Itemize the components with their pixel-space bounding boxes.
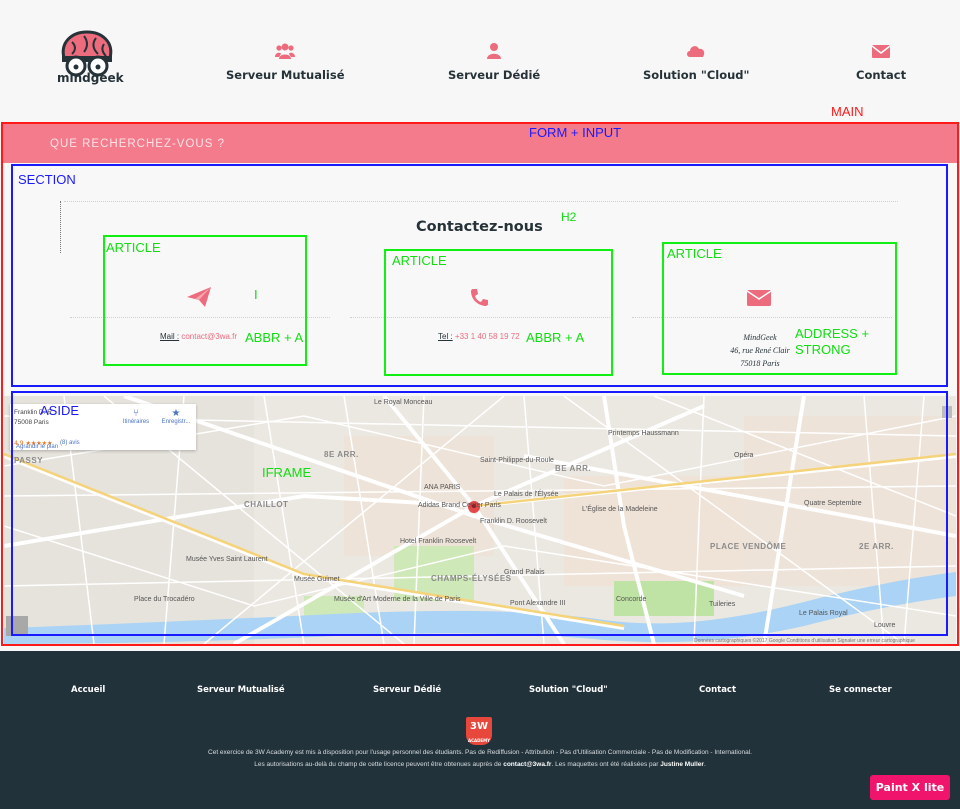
nav-serveur-mutualise[interactable]: Serveur Mutualisé [226, 42, 345, 83]
footer-link-solution-cloud[interactable]: Solution "Cloud" [529, 685, 608, 695]
legal-email-link[interactable]: contact@3wa.fr [503, 761, 551, 768]
badge-subtext: ACADEMY [467, 738, 491, 743]
users-icon [275, 43, 296, 59]
footer-link-se-connecter[interactable]: Se connecter [829, 685, 892, 695]
annotation-label: IFRAME [262, 465, 312, 480]
annotation-label: ARTICLE [106, 240, 161, 255]
footer-link-serveur-mutualise[interactable]: Serveur Mutualisé [197, 685, 285, 695]
annotation-label: H2 [561, 210, 577, 224]
annotation-label: STRONG [795, 342, 851, 357]
annotation-label: FORM + INPUT [529, 125, 622, 140]
footer-link-serveur-dedie[interactable]: Serveur Dédié [373, 685, 441, 695]
aside-annotation-box [11, 391, 948, 636]
article-annotation-box [662, 242, 897, 375]
badge-text: 3W [470, 721, 488, 732]
annotation-label: ARTICLE [667, 246, 722, 261]
legal-text-line-2: Les autorisations au-delà du champ de ce… [0, 761, 960, 768]
legal-text: . [703, 761, 706, 768]
user-icon [487, 43, 502, 59]
annotation-label: SECTION [18, 172, 76, 187]
nav-serveur-dedie[interactable]: Serveur Dédié [448, 42, 540, 83]
annotation-label: I [254, 287, 258, 302]
nav-label: Serveur Dédié [448, 68, 541, 82]
annotation-label: MAIN [831, 104, 864, 119]
nav-contact[interactable]: Contact [856, 42, 906, 83]
legal-text-line-1: Cet exercice de 3W Academy est mis à dis… [208, 749, 752, 756]
footer-link-accueil[interactable]: Accueil [71, 685, 105, 695]
nav-label: Contact [856, 68, 907, 82]
nav-solution-cloud[interactable]: Solution "Cloud" [643, 42, 750, 83]
paint-x-lite-watermark[interactable]: Paint X lite [870, 775, 950, 800]
annotation-label: ARTICLE [392, 253, 447, 268]
envelope-icon [871, 45, 891, 58]
annotation-label: ABBR + A [245, 330, 304, 345]
logo-text: mindgeek [57, 71, 124, 85]
legal-author: Justine Muller [660, 761, 704, 768]
footer-link-contact[interactable]: Contact [699, 685, 736, 695]
3w-academy-logo[interactable]: 3W ACADEMY [466, 717, 492, 745]
annotation-label: ASIDE [40, 403, 80, 418]
annotation-label: ABBR + A [526, 330, 585, 345]
legal-text: Les autorisations au-delà du champ de ce… [254, 761, 504, 768]
nav-label: Serveur Mutualisé [226, 68, 345, 82]
page: mindgeek Serveur Mutualisé Serveur Dédié… [0, 0, 960, 809]
annotation-label: ADDRESS + [795, 326, 870, 341]
footer: Accueil Serveur Mutualisé Serveur Dédié … [0, 651, 960, 809]
article-annotation-box [384, 249, 613, 376]
header: mindgeek Serveur Mutualisé Serveur Dédié… [0, 0, 960, 120]
nav-label: Solution "Cloud" [643, 68, 750, 82]
legal-text: . Les maquettes ont été réalisées par [551, 761, 661, 768]
cloud-icon [687, 46, 705, 57]
